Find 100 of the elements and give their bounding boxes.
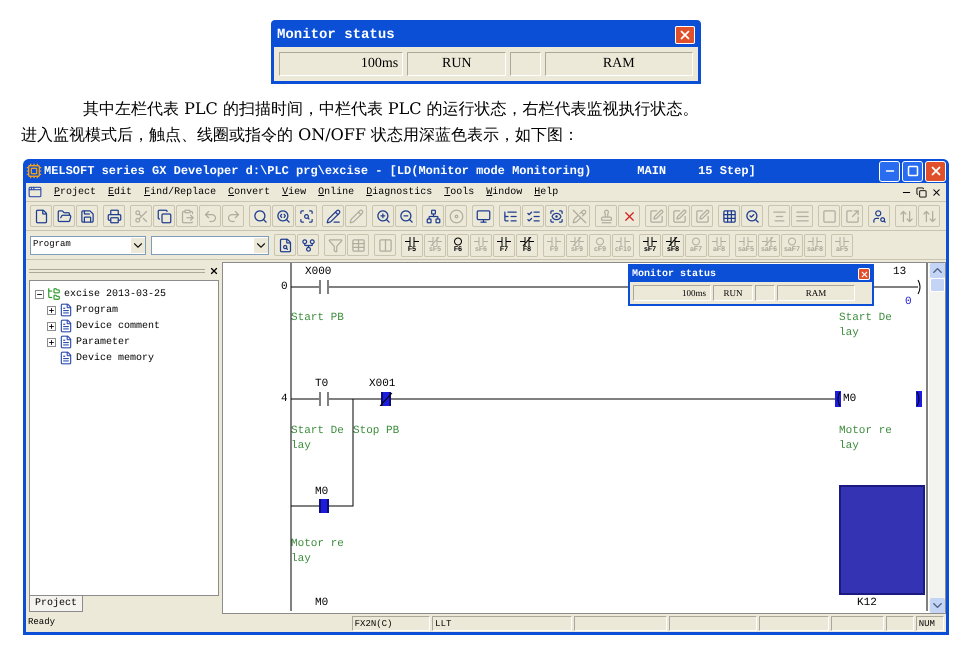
list-icon [526,208,540,224]
toolbar-button[interactable] [618,205,640,227]
status-field: RAM [544,52,693,76]
toolbar-button[interactable] [868,205,890,227]
window-title: 15 Step] [698,163,756,180]
ladder-symbol-icon [616,236,630,246]
window-title: Monitor status [277,26,395,44]
toolbar-button[interactable] [322,205,344,227]
tree-item[interactable]: excise 2013-03-25 [64,286,166,302]
document-icon [59,303,73,317]
toolbar-button[interactable] [395,205,417,227]
grid-icon [722,208,736,224]
collapse-toggle[interactable] [35,290,44,298]
program-dropdown[interactable]: Program [30,236,146,254]
timer-setting: K12 [857,596,877,611]
menu-item[interactable]: Online [318,184,354,200]
filter-icon [328,238,342,252]
vertical-scrollbar[interactable] [929,263,945,613]
status-field [886,616,914,630]
menu-item[interactable]: Window [486,184,522,200]
close-icon[interactable] [931,186,942,198]
menu-item[interactable]: Edit [108,184,132,200]
copy-icon [156,208,172,224]
minimize-button[interactable] [879,160,900,182]
menu-item[interactable]: Convert [228,184,270,200]
menu-item[interactable]: View [282,184,306,200]
maximize-icon [906,165,918,177]
tree-item[interactable]: Device memory [76,350,154,366]
toolbar-button[interactable] [249,205,271,227]
device-comment: Start De lay [839,311,892,341]
toolbar-button[interactable] [372,205,394,227]
close-button[interactable] [675,26,695,44]
status-field: RUN [713,285,753,301]
close-button[interactable] [925,160,946,182]
ladder-symbol-icon [785,236,799,246]
scroll-down-icon[interactable] [930,598,944,613]
toolbar-button[interactable] [499,205,521,227]
expand-toggle[interactable] [47,338,56,346]
menu-item[interactable]: Find/Replace [144,184,216,200]
toolbar-button[interactable] [103,205,125,227]
dropdown[interactable] [151,236,269,254]
ladder-symbol-icon [593,236,607,246]
tree-item[interactable]: Parameter [76,334,130,350]
close-icon[interactable] [209,266,219,276]
menu-item[interactable]: Project [54,184,96,200]
table-icon [350,238,366,252]
pane-tab[interactable]: Project [29,596,84,612]
close-button[interactable] [858,268,870,280]
toolbar-button[interactable] [522,205,544,227]
document-icon [28,185,42,199]
window-icon [822,208,836,224]
restore-icon[interactable] [916,186,927,198]
toolbar-button[interactable] [472,205,494,227]
scissors-icon [134,208,148,224]
maximize-button[interactable] [902,160,923,182]
step-number: 0 [281,280,288,295]
toolbar-button[interactable] [153,205,175,227]
toolbar-button[interactable] [53,205,75,227]
edit-icon [694,208,710,224]
status-field [758,616,830,630]
plus-icon [48,322,55,330]
toolbar-button[interactable] [295,205,317,227]
edit-icon [648,208,664,224]
toolbar-button[interactable] [741,205,763,227]
toolbar-button[interactable] [30,205,52,227]
diagram-icon [426,208,440,224]
save-icon [80,208,94,224]
app-icon [26,163,42,179]
toolbar-button[interactable] [272,205,294,227]
search-icon [744,208,760,224]
document-icon [59,351,73,365]
scroll-up-icon[interactable] [930,263,944,278]
document-icon [59,335,73,349]
toolbar-button[interactable] [76,205,98,227]
menu-item[interactable]: Diagnostics [366,184,432,200]
ladder-symbol-icon [643,236,657,246]
project-icon [47,287,61,301]
align-icon [772,208,786,224]
expand-toggle[interactable] [47,322,56,330]
paragraph-line: 进入监视模式后，触点、线圈或指令的 ON/OFF 状态用深蓝色表示，如下图： [21,124,579,146]
toolbar-button[interactable] [545,205,567,227]
tree-icon [300,238,316,252]
status-field: NUM [916,616,944,630]
coil-label: M0 [843,392,856,407]
status-field [831,616,884,630]
printer-icon [106,208,122,224]
ladder-symbol-icon [451,236,465,246]
toolbar-button[interactable] [297,234,319,256]
toolbar-button[interactable] [422,205,444,227]
menu-item[interactable]: Tools [444,184,474,200]
status-field [510,52,541,76]
scrollbar-thumb[interactable] [930,278,944,292]
tree-item[interactable]: Device comment [76,318,160,334]
toolbar-button[interactable] [274,234,296,256]
toolbar-button[interactable] [718,205,740,227]
plus-icon [48,306,55,314]
expand-toggle[interactable] [47,306,56,314]
menu-item[interactable]: Help [534,184,558,200]
device-comment: Start PB [291,311,344,326]
tree-item[interactable]: Program [76,302,118,318]
